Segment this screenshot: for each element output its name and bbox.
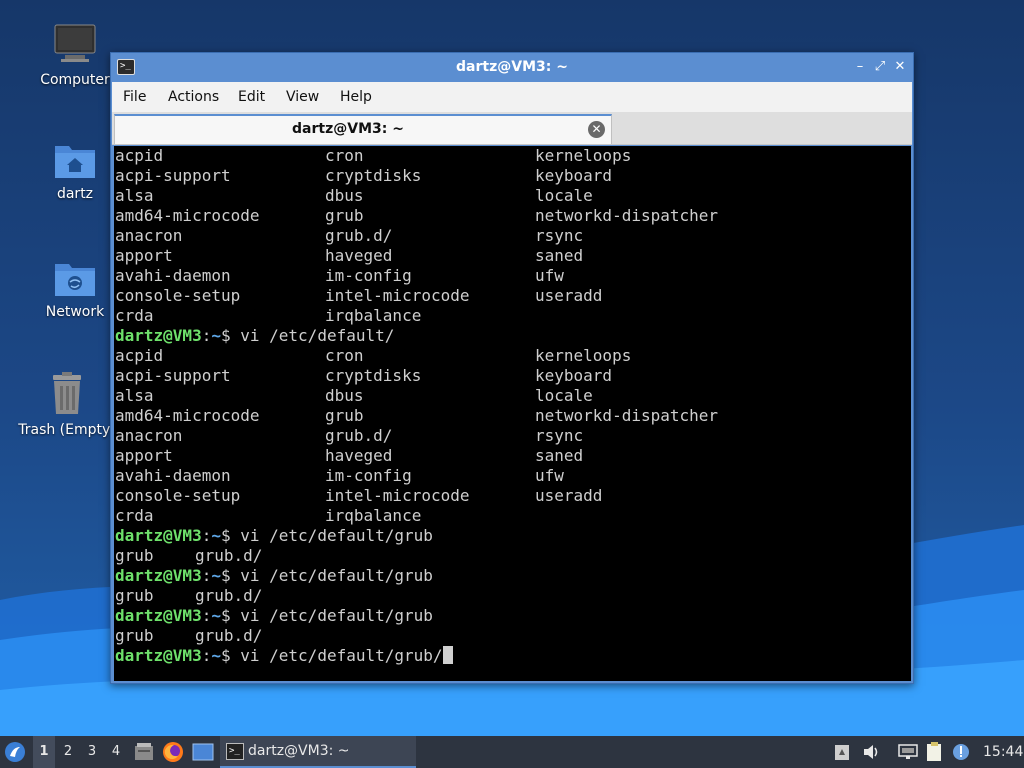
close-button[interactable]: ✕	[891, 58, 909, 76]
terminal-output[interactable]: acpid cron kerneloops acpi-support cryptdis…	[114, 146, 911, 681]
listing-row: console-setup intel-microcode useradd	[115, 286, 603, 305]
workspace-1[interactable]: 1	[33, 736, 55, 768]
show-desktop-button[interactable]	[192, 736, 214, 768]
prompt-line: dartz@VM3:~$ vi /etc/default/grub	[115, 606, 433, 625]
clock[interactable]: 15:44	[983, 736, 1023, 768]
listing-row: avahi-daemon im-config ufw	[115, 466, 564, 485]
minimize-button[interactable]: –	[851, 58, 869, 76]
command-text: vi /etc/default/grub	[240, 606, 433, 625]
notes-icon	[927, 742, 941, 761]
command-text: vi /etc/default/	[240, 326, 395, 345]
listing-row: apport haveged saned	[115, 446, 584, 465]
clipboard-icon	[835, 745, 849, 760]
tray-notes[interactable]	[926, 736, 946, 768]
network-icon	[898, 744, 918, 759]
menu-edit[interactable]: Edit	[238, 89, 265, 105]
desktop-icon	[192, 743, 214, 761]
listing-row: console-setup intel-microcode useradd	[115, 486, 603, 505]
taskbar: 1 2 3 4 >_ dartz@VM3: ~ 15:44	[0, 736, 1024, 768]
home-folder-icon	[55, 146, 95, 178]
file-manager-launcher[interactable]	[134, 736, 156, 768]
volume-icon	[864, 745, 878, 759]
menu-file[interactable]: File	[123, 89, 146, 105]
workspace-2[interactable]: 2	[57, 736, 79, 768]
listing-row: acpid cron kerneloops	[115, 346, 632, 365]
window-title: dartz@VM3: ~	[456, 59, 568, 75]
tray-volume[interactable]	[862, 736, 882, 768]
desktop-icon-label: dartz	[56, 186, 94, 202]
listing-row: amd64-microcode grub networkd-dispatcher	[115, 406, 719, 425]
lubuntu-logo-icon	[5, 742, 25, 762]
listing-row: apport haveged saned	[115, 246, 584, 265]
workspace-3[interactable]: 3	[81, 736, 103, 768]
listing-row: acpid cron kerneloops	[115, 146, 632, 165]
tab-terminal[interactable]: dartz@VM3: ~ ✕	[114, 114, 612, 144]
listing-row: anacron grub.d/rsync	[115, 226, 584, 245]
tray-network[interactable]	[898, 736, 920, 768]
computer-icon	[54, 24, 96, 62]
listing-row: crda irqbalance	[115, 506, 422, 525]
firefox-icon	[163, 742, 183, 762]
desktop-icon-trash[interactable]: Trash (Empty)	[12, 372, 122, 438]
menu-view[interactable]: View	[286, 89, 319, 105]
terminal-window: >_ dartz@VM3: ~ – ⤢ ✕ File Actions Edit …	[110, 52, 914, 684]
listing-row: crda irqbalance	[115, 306, 422, 325]
listing-row: avahi-daemon im-config ufw	[115, 266, 564, 285]
listing-row: acpi-support cryptdisks keyboard	[115, 166, 613, 185]
update-icon	[953, 744, 969, 760]
prompt-line: dartz@VM3:~$ vi /etc/default/grub	[115, 526, 433, 545]
file-manager-icon	[135, 743, 153, 760]
tab-label: dartz@VM3: ~	[292, 121, 404, 137]
prompt-line: dartz@VM3:~$ vi /etc/default/grub	[115, 566, 433, 585]
listing-row: alsa dbus locale	[115, 386, 593, 405]
desktop-icon-label: Trash (Empty)	[18, 422, 116, 438]
command-text: vi /etc/default/grub/	[240, 646, 443, 665]
prompt-line: dartz@VM3:~$ vi /etc/default/grub/	[115, 646, 453, 666]
listing-row: anacron grub.d/rsync	[115, 426, 584, 445]
command-text: vi /etc/default/grub	[240, 526, 433, 545]
prompt-line: dartz@VM3:~$ vi /etc/default/	[115, 326, 395, 345]
taskbar-item-label: dartz@VM3: ~	[248, 743, 350, 759]
command-text: vi /etc/default/grub	[240, 566, 433, 585]
listing-row: alsa dbus locale	[115, 186, 593, 205]
desktop-icon-label: Computer	[40, 72, 110, 88]
terminal-app-icon: >_	[226, 743, 244, 760]
workspace-4[interactable]: 4	[105, 736, 127, 768]
listing-row: amd64-microcode grub networkd-dispatcher	[115, 206, 719, 225]
tab-bar: dartz@VM3: ~ ✕	[112, 112, 912, 145]
start-menu-button[interactable]	[4, 736, 28, 768]
menu-help[interactable]: Help	[340, 89, 372, 105]
menu-bar: File Actions Edit View Help	[112, 82, 912, 112]
tray-clipboard[interactable]	[834, 736, 854, 768]
menu-actions[interactable]: Actions	[168, 89, 219, 105]
text-cursor	[442, 646, 453, 664]
firefox-launcher[interactable]	[162, 736, 184, 768]
window-titlebar[interactable]: >_ dartz@VM3: ~ – ⤢ ✕	[111, 53, 913, 82]
tab-close-icon[interactable]: ✕	[588, 121, 605, 138]
tray-updates[interactable]	[952, 736, 972, 768]
taskbar-item-terminal[interactable]: >_ dartz@VM3: ~	[220, 736, 416, 768]
network-folder-icon	[55, 264, 95, 296]
trash-icon	[53, 372, 81, 414]
desktop-icon-label: Network	[45, 304, 105, 320]
listing-row: acpi-support cryptdisks keyboard	[115, 366, 613, 385]
maximize-button[interactable]: ⤢	[871, 58, 889, 76]
